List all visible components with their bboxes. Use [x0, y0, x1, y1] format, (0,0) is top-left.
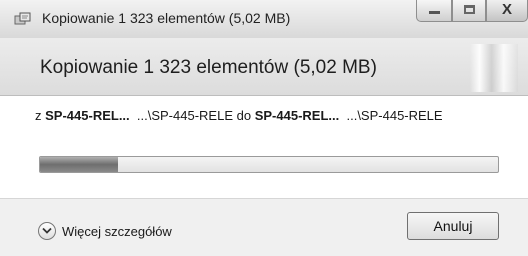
source-path: ...\SP-445-RELE — [136, 108, 233, 123]
progress-bar — [39, 156, 499, 173]
dialog-footer: Więcej szczegółów Anuluj — [0, 198, 528, 256]
close-icon: X — [501, 1, 512, 18]
path-connector: do — [236, 108, 252, 123]
copy-path-line: z SP-445-REL... ...\SP-445-RELE do SP-44… — [35, 108, 515, 123]
window-title: Kopiowanie 1 323 elementów (5,02 MB) — [42, 10, 291, 26]
close-button[interactable]: X — [486, 0, 528, 22]
maximize-button[interactable] — [452, 0, 486, 22]
dialog-header: Kopiowanie 1 323 elementów (5,02 MB) — [0, 38, 528, 96]
title-bar: Kopiowanie 1 323 elementów (5,02 MB) X — [0, 0, 528, 39]
path-prefix: z — [35, 108, 42, 123]
maximize-icon — [464, 5, 475, 14]
minimize-button[interactable] — [416, 0, 452, 22]
destination-path: ...\SP-445-RELE — [346, 108, 443, 123]
more-details-label: Więcej szczegółów — [62, 223, 172, 239]
chevron-down-icon — [38, 222, 56, 240]
more-details-toggle[interactable]: Więcej szczegółów — [38, 221, 172, 241]
minimize-icon — [429, 11, 440, 14]
progress-fill — [40, 157, 118, 172]
copy-files-icon — [14, 12, 32, 26]
header-decoration — [470, 44, 518, 92]
destination-name[interactable]: SP-445-REL... — [255, 108, 340, 123]
cancel-button[interactable]: Anuluj — [407, 212, 499, 240]
copy-dialog: Kopiowanie 1 323 elementów (5,02 MB) X K… — [0, 0, 528, 256]
header-title: Kopiowanie 1 323 elementów (5,02 MB) — [40, 57, 377, 78]
source-name[interactable]: SP-445-REL... — [45, 108, 130, 123]
